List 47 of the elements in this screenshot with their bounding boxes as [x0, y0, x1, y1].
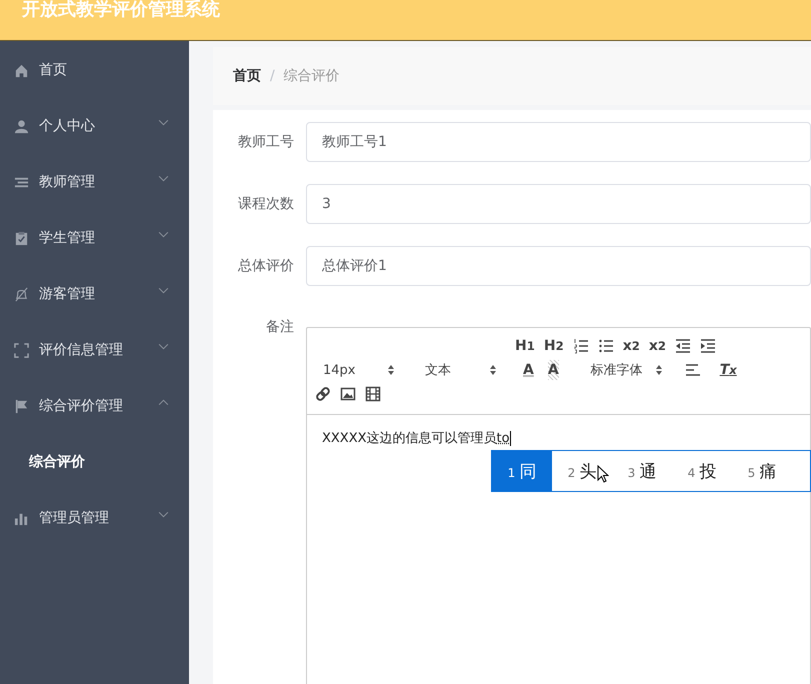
menu-item[interactable]: 评价信息管理 — [0, 322, 189, 378]
field-label: 备注 — [265, 318, 295, 336]
input-field[interactable]: 总体评价1 — [306, 246, 811, 286]
clipboard-check-icon — [14, 230, 29, 246]
toolbar-dropdown[interactable]: 14px — [315, 362, 405, 378]
up-down-arrows-icon — [654, 364, 663, 376]
bell-off-icon — [14, 286, 29, 302]
input-field[interactable]: 3 — [306, 184, 811, 224]
home-icon — [14, 62, 29, 78]
outdent-icon[interactable] — [675, 338, 691, 354]
submenu-item[interactable]: 综合评价 — [0, 434, 189, 490]
breadcrumb-separator: / — [270, 68, 275, 84]
breadcrumb-link[interactable]: 首页 — [233, 67, 261, 85]
toolbar-dropdown[interactable]: 标准字体 — [582, 361, 673, 379]
align-left-icon[interactable] — [684, 362, 701, 378]
editor-text[interactable]: XXXXX这边的信息可以管理员to — [322, 429, 511, 447]
image-icon[interactable] — [340, 386, 356, 402]
ime-candidate[interactable]: 5 痛 — [732, 451, 792, 491]
field-label: 教师工号 — [237, 133, 295, 151]
ime-candidate[interactable]: 3 通 — [612, 451, 672, 491]
menu-item[interactable]: 个人中心 — [0, 98, 189, 154]
field-label: 总体评价 — [237, 257, 295, 275]
menu-item[interactable]: 教师管理 — [0, 154, 189, 210]
menu-item[interactable]: 管理员管理 — [0, 490, 189, 546]
menu-item[interactable]: 综合评价管理 — [0, 378, 189, 434]
link-icon[interactable] — [315, 386, 331, 402]
menu-item[interactable]: 学生管理 — [0, 210, 189, 266]
text-color-button[interactable]: A — [523, 360, 534, 380]
highlight-color-button[interactable]: A — [548, 360, 559, 380]
flag-icon — [14, 398, 29, 414]
indent-icon[interactable] — [700, 338, 716, 354]
ime-candidate[interactable]: 2 头 — [552, 451, 612, 491]
menu-item[interactable]: 首页 — [0, 42, 189, 98]
numbered-list-icon[interactable] — [572, 338, 589, 354]
bullet-list-icon[interactable] — [598, 338, 614, 354]
corner-frame-icon — [14, 342, 29, 358]
menu-item[interactable]: 游客管理 — [0, 266, 189, 322]
input-field[interactable]: 教师工号1 — [306, 122, 811, 162]
up-down-arrows-icon — [489, 364, 497, 376]
mouse-pointer-icon — [597, 465, 609, 483]
film-icon[interactable] — [365, 386, 381, 402]
ime-candidate[interactable]: 1 同 — [492, 451, 552, 491]
up-down-arrows-icon — [387, 364, 395, 376]
field-label: 课程次数 — [237, 195, 295, 213]
toolbar-dropdown[interactable]: 文本 — [417, 361, 507, 379]
person-icon — [14, 118, 29, 134]
ime-candidate[interactable]: 4 投 — [672, 451, 732, 491]
